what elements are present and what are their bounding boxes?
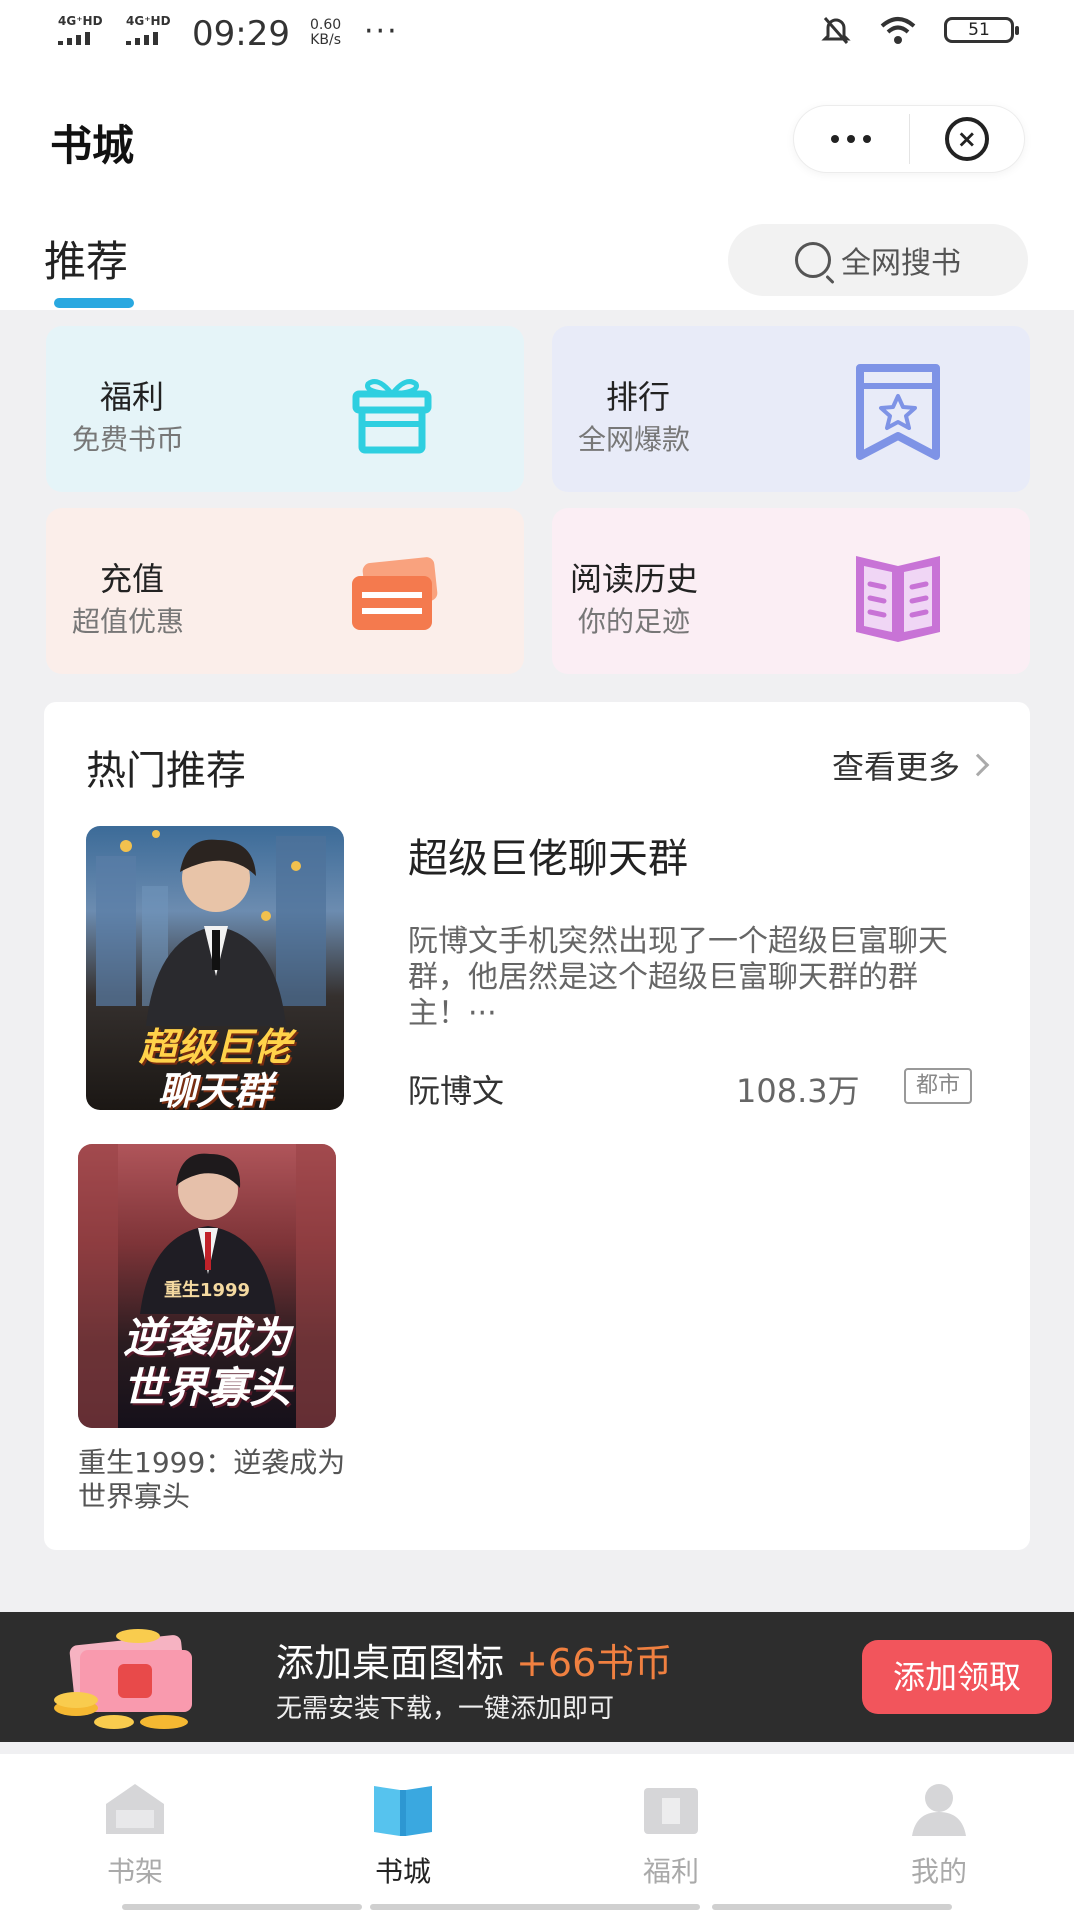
book-cover-1[interactable]: 超级巨佬 聊天群 <box>86 826 344 1110</box>
open-book-icon <box>856 556 940 642</box>
book-cover-2[interactable]: 重生1999 逆袭成为 世界寡头 <box>78 1144 336 1428</box>
claim-button[interactable]: 添加领取 <box>862 1640 1052 1714</box>
close-icon: × <box>944 117 989 161</box>
section-title: 热门推荐 <box>86 748 246 794</box>
coins-gift-icon <box>54 1629 192 1729</box>
network-speed: 0.60 KB/s <box>310 18 341 48</box>
status-more-dots: ··· <box>364 14 399 49</box>
signal-label-1: 4G⁺HD <box>58 14 103 28</box>
bottom-tab-bar: 书架 书城 福利 我的 <box>0 1754 1074 1914</box>
book-description-1: 阮博文手机突然出现了一个超级巨富聊天群，他居然是这个超级巨富聊天群的群主！··· <box>408 924 948 1031</box>
rank-bookmark-icon <box>856 364 940 460</box>
welfare-card-subtitle: 免费书币 <box>72 423 185 456</box>
view-more-link[interactable]: 查看更多 <box>831 742 990 788</box>
reading-history-card[interactable]: 阅读历史 你的足迹 <box>552 508 1030 674</box>
recharge-card-title: 充值 <box>100 560 165 598</box>
promo-title-main: 添加桌面图标 <box>276 1641 517 1685</box>
cover-series-label: 重生1999 <box>163 1280 251 1301</box>
nav-label-bookshelf: 书架 <box>106 1855 163 1888</box>
speed-unit: KB/s <box>310 32 341 48</box>
nav-bookstore[interactable]: 书城 <box>328 1780 478 1890</box>
tab-active-indicator <box>54 298 134 308</box>
add-to-desktop-banner: 添加桌面图标 +66书币 无需安装下载，一键添加即可 添加领取 <box>0 1612 1074 1742</box>
history-card-title: 阅读历史 <box>570 560 699 598</box>
gesture-bar-2 <box>370 1904 700 1910</box>
signal-indicator-1: 4G⁺HD <box>58 14 103 45</box>
chevron-right-icon <box>966 753 990 777</box>
battery-level: 51 <box>968 20 990 40</box>
status-bar: 4G⁺HD 4G⁺HD 09:29 0.60 KB/s ··· 51 <box>0 0 1074 70</box>
more-options-button[interactable] <box>794 106 909 172</box>
book-author-1: 阮博文 <box>408 1072 505 1110</box>
rank-card-title: 排行 <box>606 378 671 416</box>
view-more-label: 查看更多 <box>831 748 960 786</box>
rank-card[interactable]: 排行 全网爆款 <box>552 326 1030 492</box>
close-miniapp-button[interactable]: × <box>910 106 1025 172</box>
hot-recommend-section: 热门推荐 查看更多 超级巨佬 聊天群 超级巨佬聊天群 阮博文手机突然出现了一个超… <box>44 702 1030 1550</box>
welfare-icon <box>644 1788 698 1834</box>
page-title: 书城 <box>50 121 135 170</box>
nav-welfare[interactable]: 福利 <box>596 1780 746 1890</box>
book-title-2[interactable]: 重生1999：逆袭成为世界寡头 <box>78 1446 348 1514</box>
nav-label-profile: 我的 <box>910 1855 967 1888</box>
nav-label-bookstore: 书城 <box>374 1855 431 1888</box>
nav-bookshelf[interactable]: 书架 <box>60 1780 210 1890</box>
profile-icon <box>912 1784 966 1836</box>
promo-bonus: +66书币 <box>516 1641 673 1685</box>
promo-title: 添加桌面图标 +66书币 <box>276 1632 672 1687</box>
gesture-bar-3 <box>712 1904 952 1910</box>
recharge-card[interactable]: 充值 超值优惠 <box>46 508 524 674</box>
search-button[interactable]: 全网搜书 <box>728 224 1028 296</box>
card-icon <box>352 557 438 630</box>
book-read-count-1: 108.3万 <box>736 1072 860 1110</box>
cover-title-line-2: 世界寡头 <box>122 1363 291 1412</box>
bookstore-icon <box>374 1786 432 1836</box>
nav-profile[interactable]: 我的 <box>864 1780 1014 1890</box>
wifi-icon <box>880 17 916 44</box>
history-card-subtitle: 你的足迹 <box>578 605 691 638</box>
header: 书城 × 推荐 全网搜书 <box>0 70 1074 310</box>
tab-recommend[interactable]: 推荐 <box>44 228 128 289</box>
signal-label-2: 4G⁺HD <box>126 14 171 28</box>
status-time: 09:29 <box>192 14 290 54</box>
gesture-bar-1 <box>122 1904 362 1910</box>
bell-muted-icon <box>821 17 851 44</box>
speed-value: 0.60 <box>310 17 342 33</box>
gift-icon <box>352 379 432 454</box>
welfare-card-title: 福利 <box>100 378 165 416</box>
signal-indicator-2: 4G⁺HD <box>126 14 171 45</box>
welfare-card[interactable]: 福利 免费书币 <box>46 326 524 492</box>
more-dots-icon <box>831 135 872 143</box>
battery-indicator: 51 <box>944 17 1019 43</box>
bookshelf-icon <box>106 1784 164 1834</box>
book-category-tag-1: 都市 <box>904 1068 973 1104</box>
miniapp-capsule: × <box>794 106 1024 172</box>
cover-title-line-2: 聊天群 <box>157 1069 272 1110</box>
search-label: 全网搜书 <box>841 246 961 281</box>
search-icon <box>795 242 831 278</box>
recharge-card-subtitle: 超值优惠 <box>72 605 185 638</box>
promo-subtitle: 无需安装下载，一键添加即可 <box>276 1694 615 1724</box>
rank-card-subtitle: 全网爆款 <box>578 423 691 456</box>
book-title-1[interactable]: 超级巨佬聊天群 <box>408 826 688 884</box>
nav-label-welfare: 福利 <box>642 1855 699 1888</box>
